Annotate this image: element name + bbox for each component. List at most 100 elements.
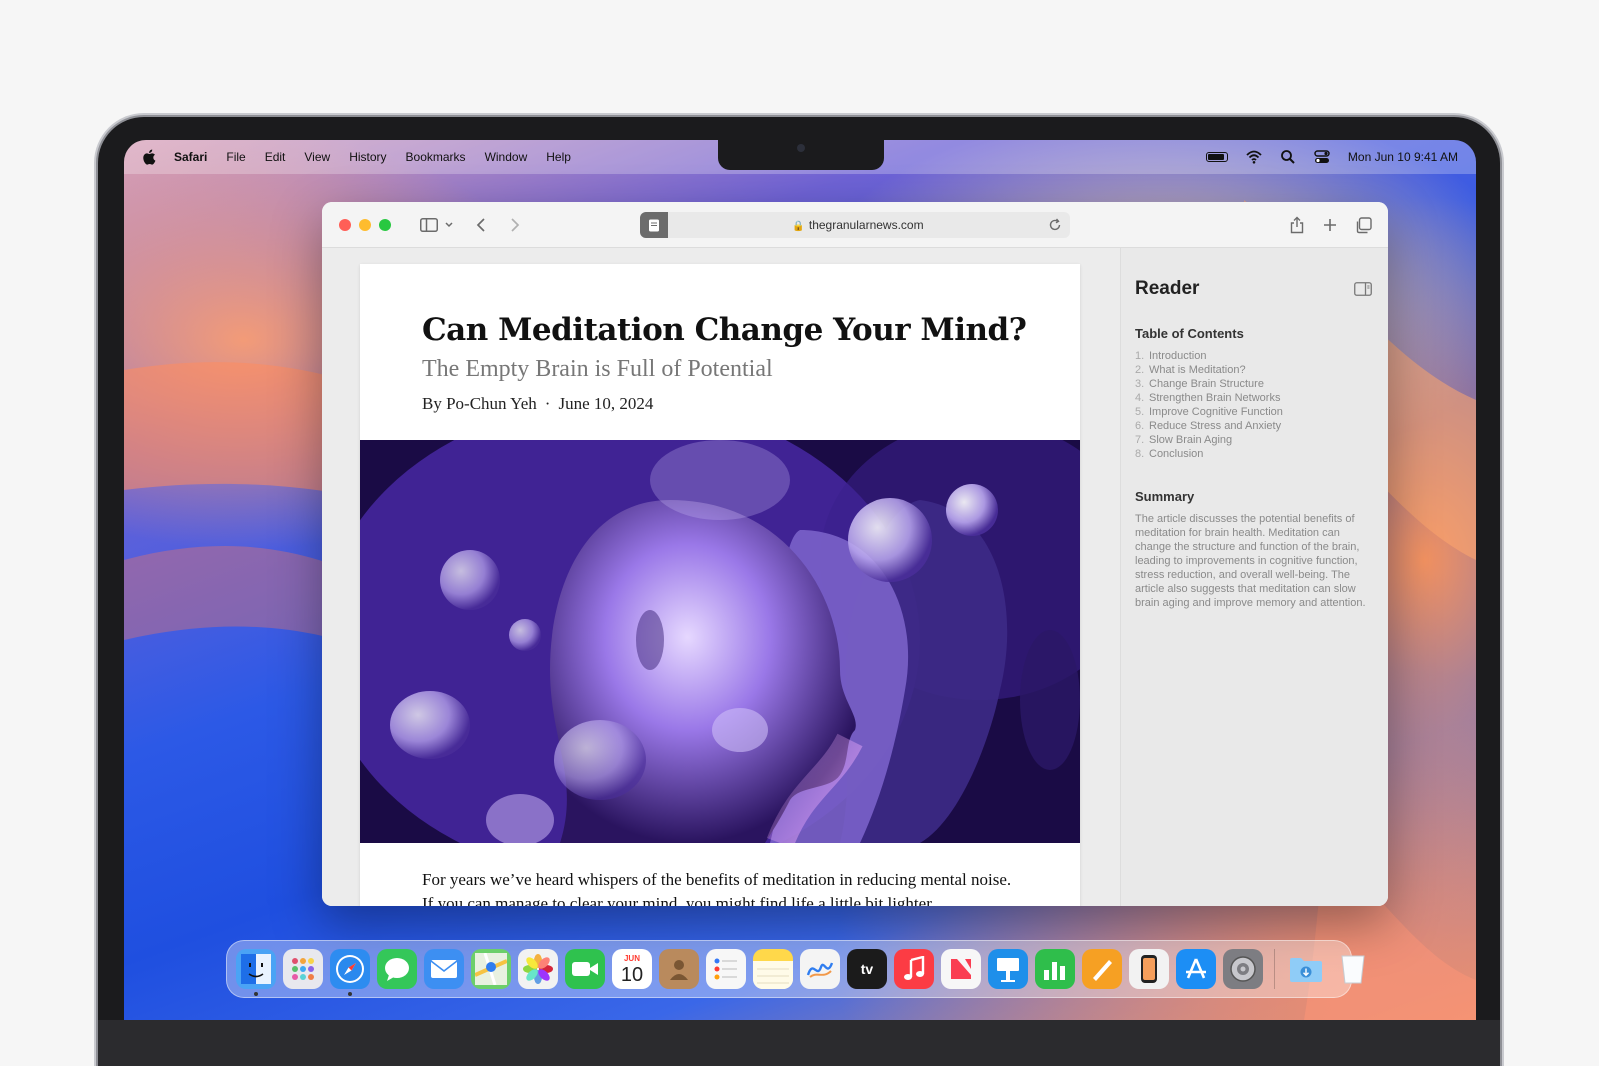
toc-number: 2. <box>1135 364 1145 376</box>
menu-window[interactable]: Window <box>485 150 528 164</box>
battery-icon[interactable] <box>1205 152 1228 162</box>
toc-item[interactable]: 8. Conclusion <box>1135 447 1374 461</box>
messages-icon[interactable] <box>377 949 417 989</box>
zoom-window-button[interactable] <box>379 218 391 231</box>
reader-title: Reader <box>1135 278 1200 299</box>
mail-icon[interactable] <box>424 949 464 989</box>
toc-label: Improve Cognitive Function <box>1149 406 1283 418</box>
summary-heading: Summary <box>1135 489 1195 504</box>
toc-item[interactable]: 6. Reduce Stress and Anxiety <box>1135 419 1374 433</box>
toolbar-right-controls <box>1289 202 1372 248</box>
apple-menu-icon[interactable] <box>142 149 156 165</box>
notes-icon[interactable] <box>753 949 793 989</box>
iphone-mirroring-icon[interactable] <box>1129 949 1169 989</box>
menu-file[interactable]: File <box>226 150 245 164</box>
calendar-icon[interactable]: JUN 10 <box>612 949 652 989</box>
sidebar-toggle-icon[interactable] <box>420 217 438 232</box>
toc-number: 8. <box>1135 448 1145 460</box>
facetime-icon[interactable] <box>565 949 605 989</box>
url-text: thegranularnews.com <box>808 218 924 232</box>
toc-item[interactable]: 5. Improve Cognitive Function <box>1135 405 1374 419</box>
toc-item[interactable]: 1. Introduction <box>1135 349 1374 363</box>
news-icon[interactable] <box>941 949 981 989</box>
toc-number: 5. <box>1135 406 1145 418</box>
toc-number: 4. <box>1135 392 1145 404</box>
safari-toolbar: 🔒 thegranularnews.com <box>322 202 1388 248</box>
running-indicator <box>254 992 258 996</box>
dock: JUN 10 tv <box>226 940 1365 998</box>
maps-icon[interactable] <box>471 949 511 989</box>
pages-icon[interactable] <box>1082 949 1122 989</box>
menu-history[interactable]: History <box>349 150 386 164</box>
downloads-folder-icon[interactable] <box>1286 949 1326 989</box>
tab-overview-icon[interactable] <box>1355 216 1372 234</box>
map-glyph <box>475 953 507 985</box>
address-bar[interactable]: 🔒 thegranularnews.com <box>640 212 1070 238</box>
freeform-icon[interactable] <box>800 949 840 989</box>
tv-label: tv <box>860 961 874 977</box>
forward-button-icon[interactable] <box>508 217 520 232</box>
close-window-button[interactable] <box>339 218 351 231</box>
menu-edit[interactable]: Edit <box>265 150 286 164</box>
toc-label: What is Meditation? <box>1149 364 1246 376</box>
podium-glyph <box>997 958 1019 982</box>
finder-face-glyph <box>241 954 271 984</box>
url-display[interactable]: 🔒 thegranularnews.com <box>668 218 1048 232</box>
menu-view[interactable]: View <box>304 150 330 164</box>
toc-item[interactable]: 2. What is Meditation? <box>1135 363 1374 377</box>
article-subtitle: The Empty Brain is Full of Potential <box>422 356 773 382</box>
finder-icon[interactable] <box>236 949 276 996</box>
toc-item[interactable]: 3. Change Brain Structure <box>1135 377 1374 391</box>
control-center-icon[interactable] <box>1314 149 1330 165</box>
toc-number: 3. <box>1135 378 1145 390</box>
launchpad-icon[interactable] <box>283 949 323 989</box>
page-menu-icon <box>649 219 659 231</box>
calendar-day: 10 <box>620 964 644 986</box>
reader-button[interactable] <box>640 212 668 238</box>
sidebar-panel-icon[interactable] <box>1354 282 1372 296</box>
menu-help[interactable]: Help <box>546 150 571 164</box>
checklist-glyph <box>714 958 737 980</box>
music-icon[interactable] <box>894 949 934 989</box>
article-byline: By Po-Chun Yeh · June 10, 2024 <box>422 394 653 414</box>
article-date: June 10, 2024 <box>558 394 654 413</box>
back-button-icon[interactable] <box>476 217 488 232</box>
reload-icon[interactable] <box>1048 218 1062 232</box>
safari-icon[interactable] <box>330 949 370 996</box>
dock-separator <box>1274 949 1275 989</box>
menu-bookmarks[interactable]: Bookmarks <box>406 150 466 164</box>
share-icon[interactable] <box>1289 216 1305 234</box>
article-hero-image <box>360 440 1080 843</box>
minimize-window-button[interactable] <box>359 218 371 231</box>
toc-item[interactable]: 4. Strengthen Brain Networks <box>1135 391 1374 405</box>
notepad-glyph <box>753 961 793 989</box>
scribble-glyph <box>806 962 834 978</box>
menu-bar-clock[interactable]: Mon Jun 10 9:41 AM <box>1348 150 1458 164</box>
toc-label: Change Brain Structure <box>1149 378 1264 390</box>
toc-label: Slow Brain Aging <box>1149 434 1233 446</box>
new-tab-icon[interactable] <box>1323 218 1337 232</box>
wifi-icon[interactable] <box>1246 149 1262 165</box>
toc-label: Conclusion <box>1149 448 1204 460</box>
trash-icon[interactable] <box>1333 949 1373 989</box>
contacts-icon[interactable] <box>659 949 699 989</box>
spotlight-search-icon[interactable] <box>1280 149 1296 165</box>
photos-icon[interactable] <box>518 949 558 989</box>
video-camera-glyph <box>572 962 598 976</box>
calendar-month: JUN <box>623 954 640 963</box>
toc-label: Introduction <box>1149 350 1207 362</box>
phone-glyph <box>1141 955 1157 983</box>
system-settings-icon[interactable] <box>1223 949 1263 989</box>
article-body: For years we’ve heard whispers of the be… <box>422 870 1012 906</box>
menu-app-safari[interactable]: Safari <box>174 150 207 164</box>
reminders-icon[interactable] <box>706 949 746 989</box>
toc-item[interactable]: 7. Slow Brain Aging <box>1135 433 1374 447</box>
app-store-icon[interactable] <box>1176 949 1216 989</box>
bar-chart-glyph <box>1044 962 1065 980</box>
apple-tv-icon[interactable]: tv <box>847 949 887 989</box>
chevron-down-icon[interactable] <box>444 221 454 229</box>
numbers-icon[interactable] <box>1035 949 1075 989</box>
lock-icon: 🔒 <box>792 221 805 232</box>
desktop-screen: Safari File Edit View History Bookmarks … <box>124 140 1476 1020</box>
keynote-icon[interactable] <box>988 949 1028 989</box>
